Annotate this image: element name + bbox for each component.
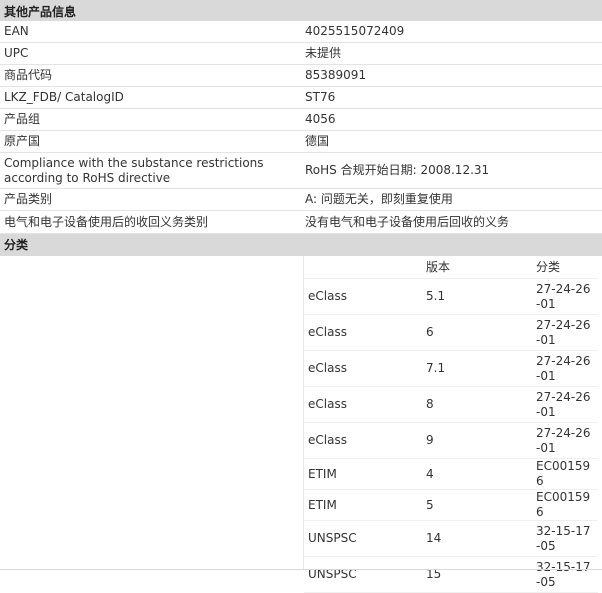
section-header-classification: 分类	[0, 234, 602, 256]
table-header-row: 版本 分类	[304, 256, 598, 279]
cell-system: eClass	[304, 422, 422, 459]
table-row: 商品代码 85389091	[0, 64, 602, 87]
cell-class: 32-15-17-05	[532, 520, 598, 557]
cell-system: ETIM	[304, 458, 422, 490]
table-row: eClass 8 27-24-26-01	[304, 386, 598, 423]
row-value: 4025515072409	[300, 21, 602, 43]
table-row: 产品组 4056	[0, 108, 602, 131]
cell-version: 15	[422, 556, 532, 593]
table-row: UNSPSC 15 32-15-17-05	[304, 556, 598, 593]
cell-version: 8	[422, 386, 532, 423]
table-row: Compliance with the substance restrictio…	[0, 152, 602, 189]
cell-class: EC001596	[532, 458, 598, 490]
classification-empty-cell	[0, 256, 304, 570]
cell-version: 14	[422, 520, 532, 557]
cell-class: 27-24-26-01	[532, 278, 598, 315]
cell-version: 5.1	[422, 278, 532, 315]
table-row: ETIM 5 EC001596	[304, 489, 598, 521]
table-row: eClass 6 27-24-26-01	[304, 314, 598, 351]
column-header-class: 分类	[532, 256, 598, 279]
table-row: eClass 9 27-24-26-01	[304, 422, 598, 459]
cell-system: eClass	[304, 314, 422, 351]
cell-system: UNSPSC	[304, 520, 422, 557]
cell-system: UNSPSC	[304, 556, 422, 593]
table-row: EAN 4025515072409	[0, 21, 602, 43]
cell-class: EC001596	[532, 489, 598, 521]
row-value: RoHS 合规开始日期: 2008.12.31	[300, 152, 602, 189]
row-value: 未提供	[300, 42, 602, 65]
cell-version: 7.1	[422, 350, 532, 387]
classification-table: 版本 分类 eClass 5.1 27-24-26-01 eClass 6 27…	[304, 256, 598, 593]
cell-class: 27-24-26-01	[532, 386, 598, 423]
row-label: 商品代码	[0, 64, 300, 87]
row-label: UPC	[0, 42, 300, 65]
row-label: EAN	[0, 21, 300, 43]
cell-version: 5	[422, 489, 532, 521]
row-value: 85389091	[300, 64, 602, 87]
table-row: LKZ_FDB/ CatalogID ST76	[0, 86, 602, 109]
table-row: eClass 5.1 27-24-26-01	[304, 278, 598, 315]
table-row: UNSPSC 14 32-15-17-05	[304, 520, 598, 557]
section-header-other-info: 其他产品信息	[0, 0, 602, 21]
cell-system: eClass	[304, 278, 422, 315]
row-label: 电气和电子设备使用后的收回义务类别	[0, 210, 300, 234]
classification-block: 版本 分类 eClass 5.1 27-24-26-01 eClass 6 27…	[0, 256, 602, 593]
row-value: ST76	[300, 86, 602, 109]
table-row: UPC 未提供	[0, 42, 602, 65]
table-row: 原产国 德国	[0, 130, 602, 153]
cell-class: 32-15-17-05	[532, 556, 598, 593]
cell-system: ETIM	[304, 489, 422, 521]
row-label: Compliance with the substance restrictio…	[0, 152, 300, 189]
divider	[0, 569, 602, 570]
cell-version: 9	[422, 422, 532, 459]
column-header-version: 版本	[422, 256, 532, 279]
cell-version: 6	[422, 314, 532, 351]
row-label: 原产国	[0, 130, 300, 153]
table-row: 产品类别 A: 问题无关，即刻重复使用	[0, 188, 602, 211]
row-label: 产品组	[0, 108, 300, 131]
column-header-system	[304, 256, 422, 279]
cell-system: eClass	[304, 386, 422, 423]
other-info-table: EAN 4025515072409 UPC 未提供 商品代码 85389091 …	[0, 21, 602, 234]
cell-class: 27-24-26-01	[532, 350, 598, 387]
product-info-page: 其他产品信息 EAN 4025515072409 UPC 未提供 商品代码 85…	[0, 0, 602, 593]
table-row: eClass 7.1 27-24-26-01	[304, 350, 598, 387]
row-value: 4056	[300, 108, 602, 131]
row-value: 没有电气和电子设备使用后回收的义务	[300, 210, 602, 234]
row-label: LKZ_FDB/ CatalogID	[0, 86, 300, 109]
cell-class: 27-24-26-01	[532, 314, 598, 351]
cell-class: 27-24-26-01	[532, 422, 598, 459]
row-value: A: 问题无关，即刻重复使用	[300, 188, 602, 211]
table-row: 电气和电子设备使用后的收回义务类别 没有电气和电子设备使用后回收的义务	[0, 210, 602, 234]
cell-system: eClass	[304, 350, 422, 387]
table-row: ETIM 4 EC001596	[304, 458, 598, 490]
row-label: 产品类别	[0, 188, 300, 211]
cell-version: 4	[422, 458, 532, 490]
row-value: 德国	[300, 130, 602, 153]
